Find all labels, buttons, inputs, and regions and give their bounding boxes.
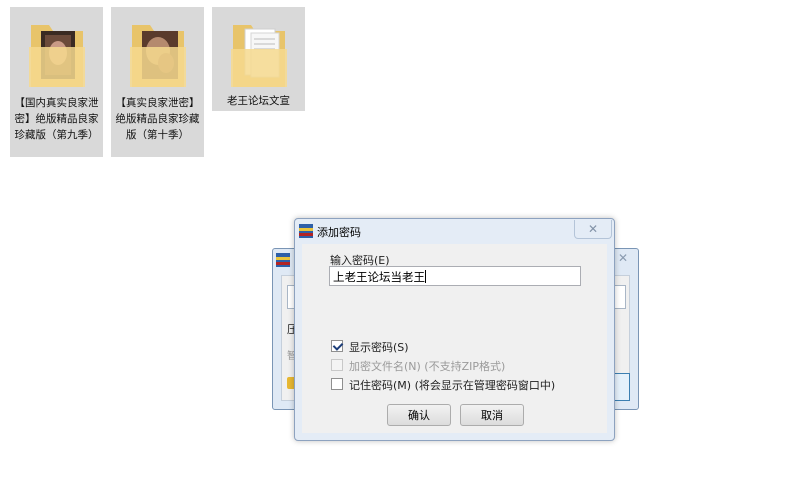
remember-password-checkbox[interactable] <box>331 378 343 390</box>
winrar-icon <box>276 253 290 267</box>
folder-icon <box>231 25 287 87</box>
close-icon[interactable]: ✕ <box>618 251 628 265</box>
background-button[interactable] <box>614 373 630 401</box>
dialog-body: 输入密码(E) 上老王论坛当老王 显示密码(S) 加密文件名(N) (不支持ZI… <box>302 244 607 433</box>
show-password-checkbox[interactable] <box>331 340 343 352</box>
folder-label: 老王论坛文宣 <box>227 95 290 107</box>
folder-label: 【真实良家泄密】绝版精品良家珍藏版（第十季） <box>115 97 200 141</box>
ok-button[interactable]: 确认 <box>387 404 451 426</box>
folder-label: 【国内真实良家泄密】绝版精品良家珍藏版（第九季） <box>14 97 99 141</box>
password-value: 上老王论坛当老王 <box>333 270 425 284</box>
encrypt-filenames-label: 加密文件名(N) (不支持ZIP格式) <box>349 360 506 373</box>
text-cursor <box>425 270 426 283</box>
show-password-label[interactable]: 显示密码(S) <box>349 339 409 355</box>
folder-item-3[interactable]: 老王论坛文宣 <box>212 7 305 111</box>
cancel-button[interactable]: 取消 <box>460 404 524 426</box>
add-password-dialog: 添加密码 ✕ 输入密码(E) 上老王论坛当老王 显示密码(S) 加密文件名(N)… <box>294 218 615 441</box>
folder-item-2[interactable]: 【真实良家泄密】绝版精品良家珍藏版（第十季） <box>111 7 204 157</box>
folder-icon <box>29 25 85 87</box>
dialog-title: 添加密码 <box>317 226 361 239</box>
encrypt-filenames-checkbox <box>331 359 343 371</box>
password-input[interactable]: 上老王论坛当老王 <box>329 266 581 286</box>
winrar-icon <box>299 224 313 238</box>
remember-password-label[interactable]: 记住密码(M) (将会显示在管理密码窗口中) <box>349 377 555 393</box>
dialog-titlebar[interactable]: 添加密码 ✕ <box>295 219 614 243</box>
close-button[interactable]: ✕ <box>574 220 612 239</box>
folder-icon <box>130 25 186 87</box>
folder-item-1[interactable]: 【国内真实良家泄密】绝版精品良家珍藏版（第九季） <box>10 7 103 157</box>
